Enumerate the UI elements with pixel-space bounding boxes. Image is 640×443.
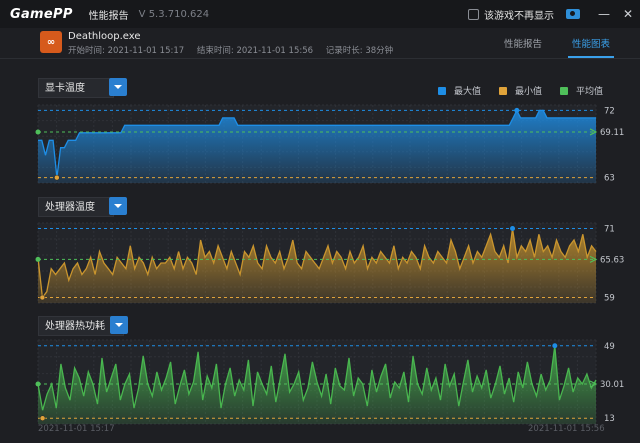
chart-2-avg-label: 30.01 <box>600 380 624 390</box>
chart-1-avg-label: 65.63 <box>600 255 624 265</box>
chart-0-avg-marker <box>35 129 41 135</box>
chart-2-min-marker <box>39 415 46 421</box>
chart-1-max-label: 71 <box>604 225 615 235</box>
footer-end-time: 2021-11-01 15:56 <box>528 424 605 434</box>
chart-0-min-marker <box>54 174 60 181</box>
chart-1-max-marker <box>510 226 516 232</box>
charts-canvas: 72 69.11 63 71 65.63 59 49 30.01 13 <box>35 104 624 425</box>
chart-2-min-label: 13 <box>604 414 615 424</box>
footer-start-time: 2021-11-01 15:17 <box>38 424 115 434</box>
chart-1-avg-marker <box>35 256 41 262</box>
chart-2-avg-marker <box>35 381 41 387</box>
chart-0-max-label: 72 <box>604 106 615 116</box>
chart-0-avg-label: 69.11 <box>600 128 624 138</box>
chart-2-max-label: 49 <box>604 342 615 352</box>
chart-2-max-marker <box>552 343 558 349</box>
chart-0-max-marker <box>514 107 520 113</box>
chart-1-min-marker <box>39 294 46 301</box>
chart-1-min-label: 59 <box>604 293 615 303</box>
chart-0-min-label: 63 <box>604 174 615 184</box>
